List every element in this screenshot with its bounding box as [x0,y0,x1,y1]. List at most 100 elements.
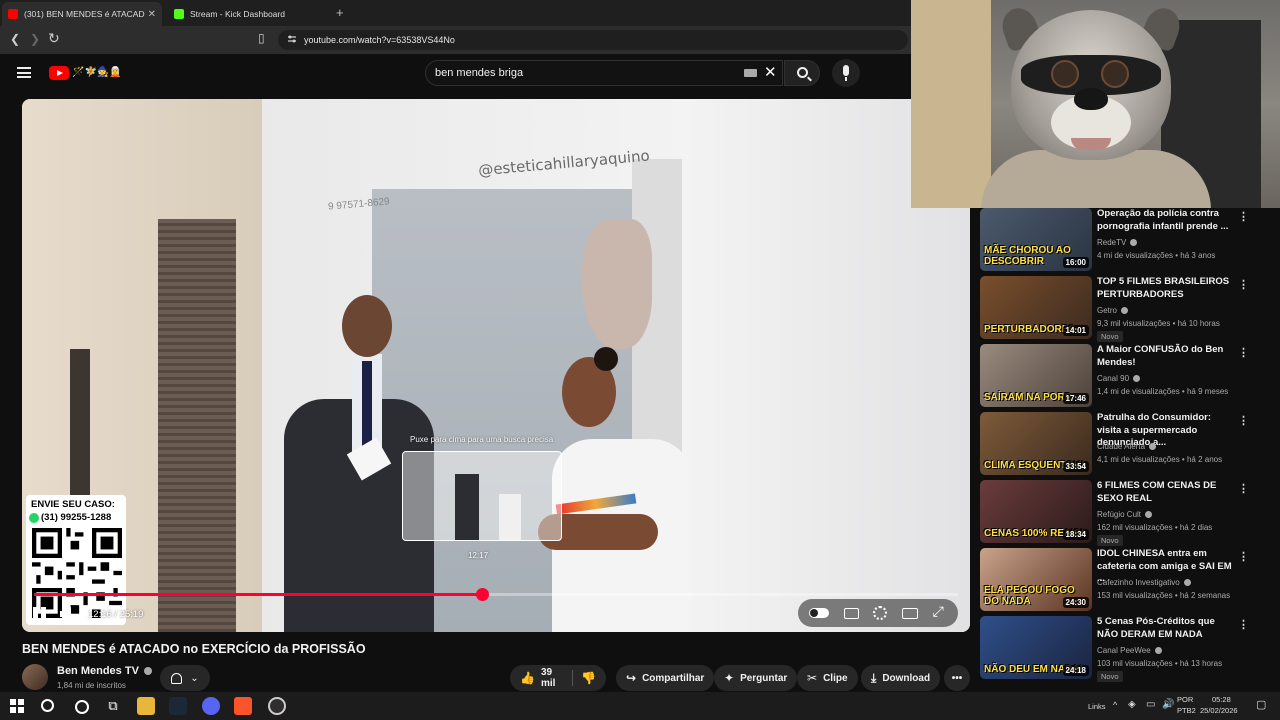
recommendation-item[interactable]: NÃO DEU EM NADA! 24:18 5 Cenas Pós-Crédito… [978,616,1280,682]
task-view-icon[interactable]: ⧉ [104,697,122,715]
miniplayer-icon[interactable] [902,607,919,619]
fullscreen-icon[interactable] [933,604,947,620]
voice-search-button[interactable] [832,59,860,87]
language-bottom[interactable]: PTB2 [1177,706,1196,715]
progress-bar[interactable] [34,588,958,601]
channel-name[interactable]: Cidade Alerta [1097,442,1145,451]
more-vert-icon[interactable]: ⋮ [1238,278,1249,291]
network-icon[interactable]: ◈ [1128,699,1136,710]
recommendation-channel[interactable]: Cidade Alerta [1097,442,1157,451]
speaker-icon[interactable]: 🔊 [1162,699,1174,710]
share-icon: ↪ [626,671,637,685]
recommendation-channel[interactable]: Refúgio Cult [1097,510,1153,519]
more-vert-icon[interactable]: ⋮ [1238,210,1249,223]
discord-icon[interactable] [202,697,220,715]
recommendation-thumbnail[interactable]: CENAS 100% REAIS! 18:34 [980,480,1092,543]
volume-icon[interactable] [60,607,78,621]
keyboard-icon[interactable] [744,69,757,77]
pause-icon[interactable] [28,603,50,625]
more-vert-icon[interactable]: ⋮ [1238,414,1249,427]
recommendation-title[interactable]: 6 FILMES COM CENAS DE SEXO REAL [1097,480,1235,505]
tray-chevron-icon[interactable]: ^ [1113,700,1117,710]
ask-button[interactable]: ✦ Perguntar [714,665,798,691]
forward-icon[interactable]: ❯ [30,32,40,46]
subscription-bell-button[interactable]: ⌄ [160,665,210,691]
steam-icon[interactable] [169,697,187,715]
recommendation-item[interactable]: CLIMA ESQUENTOU! 33:54 Patrulha do Consumi… [978,412,1280,478]
youtube-logo-icon[interactable] [49,66,69,80]
recommendation-thumbnail[interactable]: ELA PEGOU FOGO DO NADA 24:30 [980,548,1092,611]
more-vert-icon[interactable]: ⋮ [1238,482,1249,495]
recommendation-title[interactable]: A Maior CONFUSÃO do Ben Mendes! [1097,344,1235,369]
kick-favicon-icon [174,9,184,19]
recommendation-channel[interactable]: Canal 90 [1097,374,1141,383]
recommendation-thumbnail[interactable]: MÃE CHOROU AO DESCOBRIR 16:00 [980,208,1092,271]
more-vert-icon[interactable]: ⋮ [1238,618,1249,631]
more-vert-icon[interactable]: ⋮ [1238,346,1249,359]
recommendation-channel[interactable]: Canal PeeWee [1097,646,1162,655]
dislike-icon[interactable]: 👎 [581,671,596,685]
file-explorer-icon[interactable] [137,697,155,715]
like-icon[interactable]: 👍 [520,671,535,685]
channel-name[interactable]: Cafezinho Investigativo [1097,578,1180,587]
language-top[interactable]: POR [1177,695,1193,704]
channel-name[interactable]: Canal 90 [1097,374,1129,383]
close-tab-icon[interactable]: ✕ [148,9,156,20]
links-toolbar-label[interactable]: Links [1088,702,1106,711]
recommendation-item[interactable]: MÃE CHOROU AO DESCOBRIR 16:00 Operação da … [978,208,1280,274]
recommendation-title[interactable]: Operação da polícia contra pornografia i… [1097,208,1235,233]
video-player[interactable]: @esteticahillaryaquino 9 97571-8629 Puxe… [22,99,970,632]
download-button[interactable]: ⤓ Download [861,665,941,691]
cortana-icon[interactable] [72,697,90,715]
recommendation-channel[interactable]: RedeTV [1097,238,1138,247]
channel-name[interactable]: Canal PeeWee [1097,646,1151,655]
recommendation-item[interactable]: ELA PEGOU FOGO DO NADA 24:30 IDOL CHINESA … [978,548,1280,614]
recommendation-channel[interactable]: Cafezinho Investigativo [1097,578,1191,587]
autoplay-toggle-icon[interactable] [809,608,830,618]
channel-name[interactable]: Getro [1097,306,1117,315]
recommendation-thumbnail[interactable]: SAÍRAM NA PORR 17:46 [980,344,1092,407]
settings-gear-icon[interactable] [873,606,888,620]
like-count[interactable]: 39 mil [541,667,564,689]
windows-start-icon[interactable] [8,697,26,715]
tab-kick[interactable]: Stream - Kick Dashboard [168,2,328,26]
more-actions-button[interactable]: ••• [944,665,970,691]
channel-name[interactable]: Refúgio Cult [1097,510,1141,519]
recommendation-item[interactable]: CENAS 100% REAIS! 18:34 6 FILMES COM CENAS… [978,480,1280,546]
reload-icon[interactable]: ↻ [48,30,60,47]
back-icon[interactable]: ❮ [10,32,20,46]
channel-name-row[interactable]: Ben Mendes TV [57,665,152,677]
url-field[interactable]: youtube.com/watch?v=63538VS44No [278,30,908,50]
channel-name[interactable]: RedeTV [1097,238,1126,247]
recommendation-thumbnail[interactable]: PERTURBADORES 14:01 [980,276,1092,339]
channel-avatar[interactable] [22,664,48,690]
notifications-icon[interactable]: ▢ [1256,698,1266,711]
brave-browser-icon[interactable] [234,697,252,715]
recommendation-title[interactable]: TOP 5 FILMES BRASILEIROS PERTURBADORES [1097,276,1235,301]
clip-button[interactable]: ✂ Clipe [797,665,858,691]
channel-name[interactable]: Ben Mendes TV [57,665,139,677]
recommendation-thumbnail[interactable]: CLIMA ESQUENTOU! 33:54 [980,412,1092,475]
clock-time[interactable]: 05:28 [1212,695,1231,704]
subtitles-icon[interactable] [843,607,859,619]
menu-icon[interactable] [17,67,31,78]
logo-doodle[interactable]: 🪄🧚🧙🧝 [72,67,122,78]
clear-search-icon[interactable]: ✕ [764,63,777,81]
clock-date[interactable]: 25/02/2026 [1200,706,1238,715]
bookmark-icon[interactable]: ▯ [258,31,265,45]
site-info-icon[interactable] [287,34,297,44]
recommendation-item[interactable]: SAÍRAM NA PORR 17:46 A Maior CONFUSÃO do B… [978,344,1280,410]
tab-youtube[interactable]: (301) BEN MENDES é ATACAD ✕ [2,2,162,26]
share-button[interactable]: ↪ Compartilhar [616,665,715,691]
recommendation-thumbnail[interactable]: NÃO DEU EM NADA! 24:18 [980,616,1092,679]
obs-studio-icon[interactable] [268,697,286,715]
more-vert-icon[interactable]: ⋮ [1238,550,1249,563]
recommendation-channel[interactable]: Getro [1097,306,1129,315]
taskbar-search-icon[interactable] [38,697,56,715]
recommendation-title[interactable]: 5 Cenas Pós-Créditos que NÃO DERAM EM NA… [1097,616,1235,641]
new-tab-icon[interactable]: + [336,5,344,20]
search-input[interactable]: ben mendes briga [425,60,783,86]
search-button[interactable] [784,60,820,86]
battery-icon[interactable]: ▭ [1146,699,1155,710]
recommendation-item[interactable]: PERTURBADORES 14:01 TOP 5 FILMES BRASILEIR… [978,276,1280,342]
